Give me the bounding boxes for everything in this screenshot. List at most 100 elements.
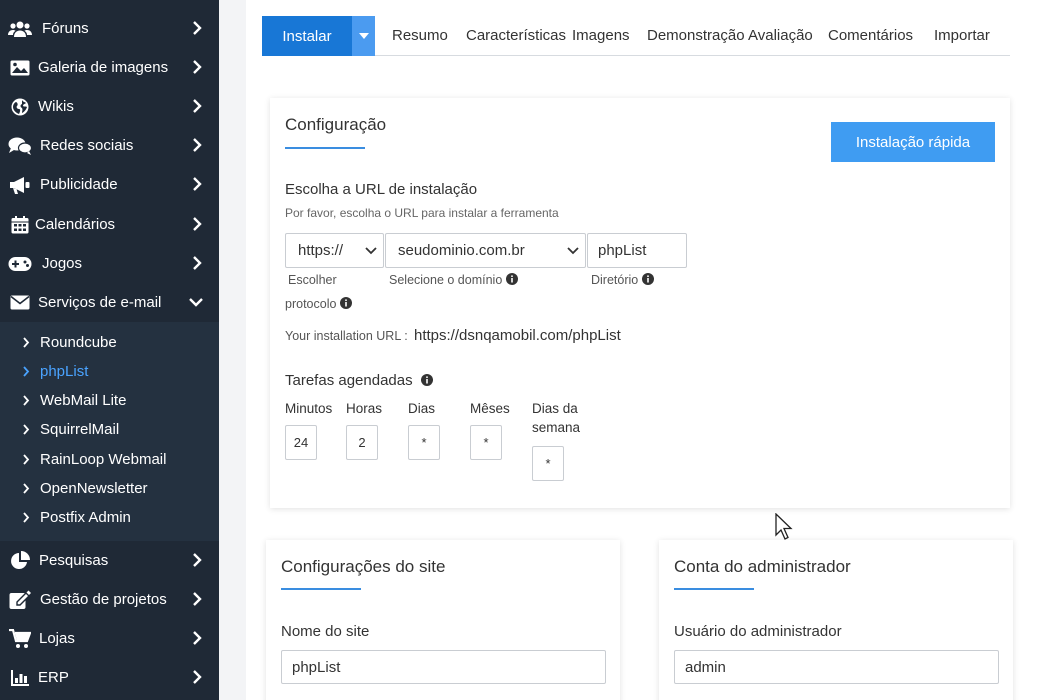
submenu-item-label: Postfix Admin xyxy=(40,509,131,526)
submenu-item-opennewsletter[interactable]: OpenNewsletter xyxy=(0,474,219,503)
cron-hours-input[interactable]: 2 xyxy=(346,425,378,460)
sidebar-item-gestao-projetos[interactable]: Gestão de projetos xyxy=(0,580,219,619)
cron-weekday-label-2: semana xyxy=(532,420,581,435)
chevron-right-icon xyxy=(193,60,202,74)
site-settings-card: Configurações do site Nome do site phpLi… xyxy=(266,540,620,700)
sidebar-item-label: Galeria de imagens xyxy=(38,59,169,76)
tab-resumo[interactable]: Resumo xyxy=(392,27,448,44)
quick-install-button[interactable]: Instalação rápida xyxy=(831,122,995,162)
sidebar-item-foruns[interactable]: Fóruns xyxy=(0,9,219,48)
cron-weekday-input[interactable]: * xyxy=(532,446,564,481)
card-title: Configurações do site xyxy=(281,557,446,576)
url-hint: Por favor, escolha o URL para instalar a… xyxy=(285,206,559,220)
sidebar-item-label: Lojas xyxy=(39,630,75,647)
chevron-right-icon xyxy=(23,454,30,465)
tab-imagens[interactable]: Imagens xyxy=(572,27,630,44)
submenu-item-label: SquirrelMail xyxy=(40,421,120,438)
site-name-label: Nome do site xyxy=(281,623,370,640)
sidebar-item-label: Jogos xyxy=(42,255,83,272)
admin-account-card: Conta do administrador Usuário do admini… xyxy=(659,540,1013,700)
cron-days-input[interactable]: * xyxy=(408,425,440,460)
sidebar-item-publicidade[interactable]: Publicidade xyxy=(0,165,219,204)
tab-importar[interactable]: Importar xyxy=(934,27,990,44)
submenu-item-label: phpList xyxy=(40,363,89,380)
domain-value: seudominio.com.br xyxy=(398,242,525,259)
sidebar-item-wikis[interactable]: Wikis xyxy=(0,87,219,126)
tab-demonstracao[interactable]: Demonstração xyxy=(647,27,745,44)
info-icon[interactable] xyxy=(506,273,519,285)
submenu-item-rainloop[interactable]: RainLoop Webmail xyxy=(0,445,219,474)
chevron-right-icon xyxy=(193,670,202,684)
install-button[interactable]: Instalar xyxy=(262,16,352,56)
sidebar-item-label: Publicidade xyxy=(40,176,118,193)
sidebar-item-pesquisas[interactable]: Pesquisas xyxy=(0,541,219,580)
cron-weekday-label: Dias da xyxy=(532,401,578,416)
main-content: Instalar Resumo Características Imagens … xyxy=(246,0,1055,700)
pie-chart-icon xyxy=(8,550,32,571)
directory-input[interactable]: phpList xyxy=(587,233,687,268)
directory-caption-text: Diretório xyxy=(591,273,639,287)
domain-select[interactable]: seudominio.com.br xyxy=(385,233,586,268)
cron-label: Tarefas agendadas xyxy=(285,372,433,389)
install-dropdown-toggle[interactable] xyxy=(352,16,375,56)
info-icon[interactable] xyxy=(420,374,433,386)
title-underline xyxy=(281,588,361,590)
sidebar-item-label: Gestão de projetos xyxy=(40,591,167,608)
cron-hours-label: Horas xyxy=(346,401,383,416)
info-icon[interactable] xyxy=(642,273,655,285)
directory-caption: Diretório xyxy=(591,273,655,287)
submenu-item-label: OpenNewsletter xyxy=(40,480,148,497)
submenu-item-roundcube[interactable]: Roundcube xyxy=(0,328,219,357)
sidebar-item-label: ERP xyxy=(38,669,69,686)
configuration-card: Configuração Instalação rápida Escolha a… xyxy=(270,98,1010,508)
cron-days-value: * xyxy=(421,435,427,450)
sidebar-item-lojas[interactable]: Lojas xyxy=(0,619,219,658)
protocol-select[interactable]: https:// xyxy=(285,233,384,268)
chevron-right-icon xyxy=(23,424,30,435)
submenu-item-squirrelmail[interactable]: SquirrelMail xyxy=(0,415,219,444)
protocol-caption-text: protocolo xyxy=(285,297,337,311)
install-url-label: Your installation URL : xyxy=(285,329,408,343)
submenu-item-label: Roundcube xyxy=(40,334,117,351)
tab-comentarios[interactable]: Comentários xyxy=(828,27,913,44)
chevron-down-icon xyxy=(189,298,203,307)
chevron-right-icon xyxy=(193,21,202,35)
sidebar-item-label: Redes sociais xyxy=(40,137,134,154)
cart-icon xyxy=(8,628,32,649)
cron-months-input[interactable]: * xyxy=(470,425,502,460)
sidebar-item-galeria[interactable]: Galeria de imagens xyxy=(0,48,219,87)
chevron-right-icon xyxy=(193,138,202,152)
sidebar-item-erp[interactable]: ERP xyxy=(0,658,219,697)
sidebar-item-jogos[interactable]: Jogos xyxy=(0,244,219,283)
admin-user-input[interactable]: admin xyxy=(674,650,999,684)
info-icon[interactable] xyxy=(340,297,353,309)
sidebar-item-label: Fóruns xyxy=(42,20,89,37)
chevron-right-icon xyxy=(193,177,202,191)
submenu-item-postfix-admin[interactable]: Postfix Admin xyxy=(0,503,219,532)
sidebar-item-calendarios[interactable]: Calendários xyxy=(0,205,219,244)
cron-minutes-input[interactable]: 24 xyxy=(285,425,317,460)
cron-weekday-value: * xyxy=(545,456,551,471)
admin-user-label: Usuário do administrador xyxy=(674,623,842,640)
chevron-right-icon xyxy=(23,337,30,348)
cron-months-value: * xyxy=(483,435,489,450)
sidebar-item-label: Serviços de e-mail xyxy=(38,294,162,311)
chevron-right-icon xyxy=(193,631,202,645)
submenu-item-phplist[interactable]: phpList xyxy=(0,357,219,386)
tab-avaliacao[interactable]: Avaliação xyxy=(748,27,813,44)
install-url-value: https://dsnqamobil.com/phpList xyxy=(414,327,621,344)
chevron-right-icon xyxy=(193,553,202,567)
submenu-item-webmail-lite[interactable]: WebMail Lite xyxy=(0,386,219,415)
bar-chart-icon xyxy=(8,668,32,688)
cron-months-label: Mêses xyxy=(470,401,510,416)
globe-icon xyxy=(8,97,32,117)
tab-bar: Instalar Resumo Características Imagens … xyxy=(262,16,1010,56)
sidebar-item-label: Calendários xyxy=(35,216,116,233)
sidebar-item-redes-sociais[interactable]: Redes sociais xyxy=(0,126,219,165)
tab-caracteristicas[interactable]: Características xyxy=(466,27,566,44)
site-name-input[interactable]: phpList xyxy=(281,650,606,684)
sidebar-item-servicos-email[interactable]: Serviços de e-mail xyxy=(0,283,219,322)
cron-minutes-label: Minutos xyxy=(285,401,333,416)
sidebar-item-label: Pesquisas xyxy=(39,552,109,569)
calendar-icon xyxy=(8,215,32,235)
